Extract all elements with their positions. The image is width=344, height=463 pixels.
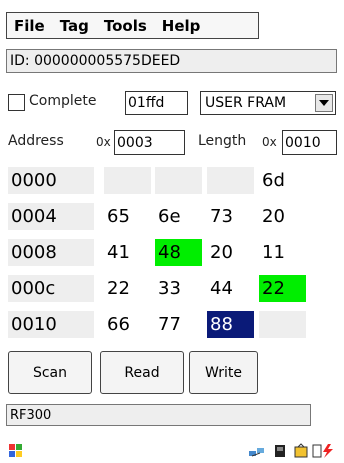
grid-cell[interactable]	[207, 167, 254, 194]
grid-cell[interactable]	[104, 167, 151, 194]
grid-cell[interactable]: 6d	[259, 167, 306, 194]
menu-tag[interactable]: Tag	[53, 17, 97, 35]
grid-address-0004: 0004	[8, 203, 94, 230]
scan-button[interactable]: Scan	[8, 351, 92, 394]
grid-cell[interactable]: 48	[155, 239, 202, 266]
complete-label: Complete	[29, 93, 97, 109]
id-field[interactable]: ID: 000000005575DEED	[6, 49, 337, 73]
grid-cell[interactable]: 44	[207, 275, 254, 302]
windows-start-icon[interactable]	[8, 443, 24, 463]
address-label: Address	[8, 133, 64, 149]
grid-cell[interactable]: 11	[259, 239, 306, 266]
grid-address-0008: 0008	[8, 239, 94, 266]
grid-cell[interactable]: 41	[104, 239, 151, 266]
address-prefix: 0x	[96, 135, 111, 149]
grid-cell[interactable]: 20	[207, 239, 254, 266]
menu-file[interactable]: File	[7, 17, 53, 35]
grid-address-0010: 0010	[8, 311, 94, 338]
status-bar: RF300	[6, 404, 311, 426]
grid-cell[interactable]	[259, 311, 306, 338]
grid-cell[interactable]: 33	[155, 275, 202, 302]
grid-cell[interactable]: 65	[104, 203, 151, 230]
keyboard-icon[interactable]	[292, 443, 310, 463]
grid-cell[interactable]: 77	[155, 311, 202, 338]
complete-value-field[interactable]: 01ffd	[125, 91, 188, 115]
chevron-down-icon[interactable]	[315, 94, 333, 112]
battery-icon[interactable]	[273, 443, 287, 462]
grid-cell[interactable]: 20	[259, 203, 306, 230]
length-input[interactable]: 0010	[282, 130, 337, 155]
write-button[interactable]: Write	[189, 351, 258, 394]
grid-cell[interactable]: 22	[259, 275, 306, 302]
length-label: Length	[198, 133, 247, 149]
length-prefix: 0x	[262, 135, 277, 149]
grid-cell[interactable]: 6e	[155, 203, 202, 230]
grid-cell[interactable]: 73	[207, 203, 254, 230]
menu-tools[interactable]: Tools	[97, 17, 155, 35]
grid-cell[interactable]: 22	[104, 275, 151, 302]
grid-cell[interactable]: 66	[104, 311, 151, 338]
grid-address-000c: 000c	[8, 275, 94, 302]
grid-cell[interactable]	[155, 167, 202, 194]
menu-help[interactable]: Help	[155, 17, 209, 35]
complete-checkbox[interactable]	[8, 94, 25, 111]
taskbar	[0, 443, 344, 460]
network-icon[interactable]	[248, 444, 266, 463]
flash-icon[interactable]	[312, 443, 336, 463]
grid-cell[interactable]: 88	[207, 311, 254, 338]
read-button[interactable]: Read	[100, 351, 184, 394]
memory-select-value: USER FRAM	[205, 95, 287, 111]
address-input[interactable]: 0003	[114, 130, 185, 155]
menu-bar: File Tag Tools Help	[6, 12, 259, 39]
grid-address-0000: 0000	[8, 167, 94, 194]
